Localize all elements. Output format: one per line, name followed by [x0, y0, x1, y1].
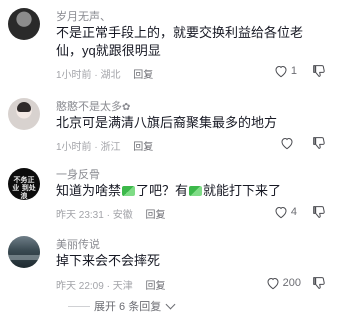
- dislike-button[interactable]: [311, 275, 327, 296]
- chevron-down-icon: [165, 299, 176, 310]
- comment-text-part: 了吧？有: [136, 183, 189, 198]
- comment-text: 知道为啥禁 了吧？有 就能打下来了: [56, 182, 326, 200]
- avatar[interactable]: [8, 8, 40, 40]
- comment-text: 不是正常手段上的，就要交换利益给各位老仙，yq就跟很明显: [56, 25, 304, 58]
- like-button[interactable]: 1: [273, 63, 297, 79]
- avatar-text: 不务正业 到处浪: [12, 175, 36, 200]
- avatar[interactable]: [8, 98, 40, 130]
- comment-text-part: 就能打下来了: [203, 183, 282, 198]
- comment-username[interactable]: 美丽传说: [56, 236, 100, 252]
- comment-meta: 1小时前 · 浙江 回复: [56, 138, 153, 153]
- comment-location: 湖北: [100, 70, 121, 81]
- thumbs-down-outline-icon: [313, 65, 325, 77]
- comment-username-text: 憨憨不是太多: [56, 101, 122, 113]
- location-dot: ·: [106, 210, 110, 221]
- comment-time: 1小时前: [56, 142, 92, 153]
- avatar[interactable]: 不务正业 到处浪: [8, 168, 40, 200]
- dislike-button[interactable]: [311, 204, 327, 225]
- dislike-button[interactable]: [311, 135, 327, 156]
- thumbs-down-outline-icon: [313, 206, 325, 218]
- comment-time: 昨天 22:09: [56, 281, 104, 292]
- thumbs-down-outline-icon: [313, 277, 325, 289]
- like-count: 200: [282, 277, 301, 289]
- comment-time: 昨天 23:31: [56, 210, 104, 221]
- comment-time: 1小时前: [56, 70, 92, 81]
- sticker-image: [122, 186, 136, 196]
- location-dot: ·: [106, 281, 110, 292]
- heart-outline-icon: [267, 278, 279, 290]
- comment-location: 浙江: [100, 142, 121, 153]
- comment-meta: 昨天 23:31 · 安徽 回复: [56, 206, 166, 221]
- comment-location: 安徽: [112, 210, 133, 221]
- like-button[interactable]: 200: [265, 275, 301, 291]
- divider-line: [68, 305, 90, 307]
- location-dot: ·: [94, 70, 98, 81]
- expand-replies-label: 展开 6 条回复: [94, 301, 162, 313]
- thumbs-down-outline-icon: [313, 137, 325, 149]
- like-count: 1: [290, 65, 297, 77]
- comment-username[interactable]: 憨憨不是太多✿: [56, 98, 130, 114]
- like-count: 4: [290, 206, 297, 218]
- heart-outline-icon: [281, 138, 293, 150]
- comment-meta: 1小时前 · 湖北 回复: [56, 66, 153, 81]
- sticker-image: [189, 186, 203, 196]
- comment-meta: 昨天 22:09 · 天津 回复: [56, 277, 166, 292]
- avatar[interactable]: [8, 236, 40, 268]
- comment-location: 天津: [112, 281, 133, 292]
- dislike-button[interactable]: [311, 63, 327, 84]
- flower-emoji-icon: ✿: [122, 102, 131, 113]
- reply-button[interactable]: 回复: [133, 142, 153, 153]
- expand-replies-button[interactable]: 展开 6 条回复: [68, 298, 176, 314]
- reply-button[interactable]: 回复: [146, 281, 166, 292]
- comment-username[interactable]: 岁月无声、: [56, 8, 111, 24]
- heart-outline-icon: [275, 207, 287, 219]
- comment-text: 掉下来会不会摔死: [56, 253, 161, 268]
- reply-button[interactable]: 回复: [146, 210, 166, 221]
- location-dot: ·: [94, 142, 98, 153]
- like-button[interactable]: 4: [273, 204, 297, 220]
- like-button[interactable]: [279, 135, 297, 151]
- reply-button[interactable]: 回复: [133, 70, 153, 81]
- comment-list: 岁月无声、 不是正常手段上的，就要交换利益给各位老仙，yq就跟很明显 1小时前 …: [0, 0, 339, 313]
- comment-text-part: 知道为啥禁: [56, 183, 122, 198]
- comment-username[interactable]: 一身反骨: [56, 166, 100, 182]
- heart-outline-icon: [275, 66, 287, 78]
- comment-text: 北京可是满清八旗后裔聚集最多的地方: [56, 115, 278, 130]
